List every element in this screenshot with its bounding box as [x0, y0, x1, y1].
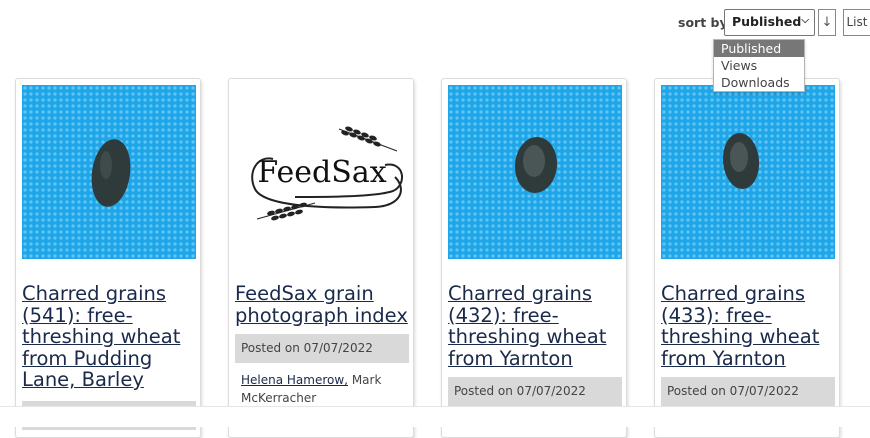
author-link[interactable]: Helena Hamerow, [241, 373, 348, 387]
sort-option-published[interactable]: Published [714, 40, 804, 57]
chevron-down-icon: ⌵ [801, 15, 809, 26]
item-card[interactable]: FeedSax FeedSax grain photograph index P… [228, 78, 414, 438]
feedsax-logo[interactable]: FeedSax [235, 85, 409, 259]
sort-direction-button[interactable]: ↓ [818, 9, 836, 36]
sort-option-downloads[interactable]: Downloads [714, 74, 804, 91]
page-footer-edge [0, 406, 870, 427]
card-title-link[interactable]: Charred grains (541): free-threshing whe… [22, 283, 200, 391]
card-title-link[interactable]: Charred grains (433): free-threshing whe… [661, 283, 839, 369]
arrow-down-icon: ↓ [821, 15, 833, 30]
card-title-link[interactable]: FeedSax grain photograph index [235, 283, 413, 326]
sort-select[interactable]: Published ⌵ [724, 9, 815, 36]
grain-thumbnail[interactable] [22, 85, 196, 259]
posted-date: Posted on 07/07/2022 [448, 377, 622, 406]
posted-date: Posted on 07/07/2022 [235, 334, 409, 363]
sort-selected-value: Published [732, 14, 802, 29]
item-card[interactable]: Charred grains (541): free-threshing whe… [15, 78, 201, 438]
posted-date: Posted on 07/07/2022 [661, 377, 835, 406]
grain-thumbnail[interactable] [661, 85, 835, 259]
logo-text: FeedSax [257, 155, 386, 190]
list-view-button[interactable]: List [843, 9, 870, 36]
card-title-link[interactable]: Charred grains (432): free-threshing whe… [448, 283, 626, 369]
item-card[interactable]: Charred grains (432): free-threshing whe… [441, 78, 627, 438]
sort-option-views[interactable]: Views [714, 57, 804, 74]
sort-dropdown: Published Views Downloads [713, 39, 805, 92]
authors: Helena Hamerow, Mark McKerracher [241, 371, 411, 407]
grain-thumbnail[interactable] [448, 85, 622, 259]
item-card[interactable]: Charred grains (433): free-threshing whe… [654, 78, 840, 438]
